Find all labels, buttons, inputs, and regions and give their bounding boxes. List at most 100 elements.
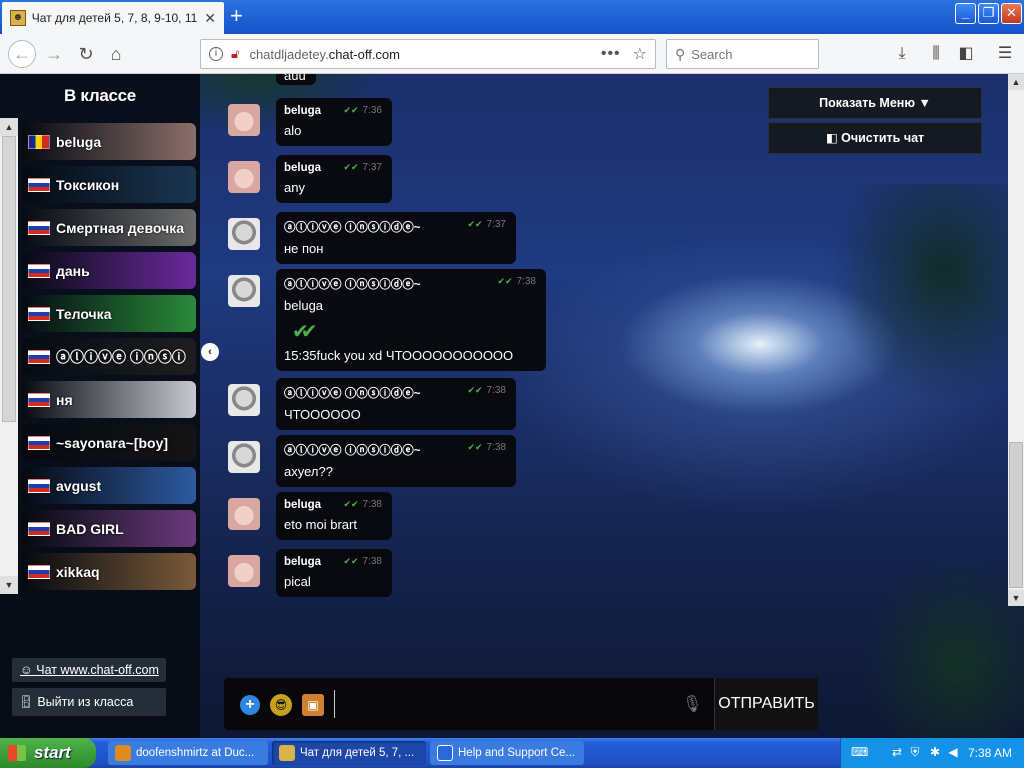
home-button[interactable]: ⌂ [104,42,128,66]
sidebar-icon[interactable]: ◧ [955,43,977,65]
window-restore-button[interactable]: ❐ [978,3,999,24]
russia-flag-icon [28,392,50,407]
search-bar[interactable]: ⚲ [666,39,819,69]
user-list-item[interactable]: xikkaq [22,553,196,590]
message-input[interactable] [334,690,674,718]
read-receipt-icon: ✔✔ [343,162,359,172]
message-text: не пон [284,241,324,256]
back-button[interactable]: ← [8,40,36,68]
partial-message: auu [276,74,316,85]
user-list-item[interactable]: Телочка [22,295,196,332]
avatar[interactable] [228,104,260,136]
insecure-lock-icon[interactable]: 🔓︎ [231,46,239,62]
message-time: ✔✔ 7:38 [343,499,382,510]
avatar[interactable] [228,275,260,307]
user-list-scrollbar[interactable]: ▲ ▼ [0,118,18,594]
show-menu-button[interactable]: Показать Меню ▼ [768,87,982,119]
taskbar-item-active[interactable]: Чат для детей 5, 7, ... [272,741,426,765]
collapse-sidebar-button[interactable]: ‹ [201,343,219,361]
search-input[interactable] [691,46,802,62]
avatar[interactable] [228,218,260,250]
avatar[interactable] [228,555,260,587]
user-name: ня [56,391,73,408]
taskbar-item[interactable]: Help and Support Ce... [430,741,584,765]
window-close-button[interactable]: ✕ [1001,3,1022,24]
tab-bar: ☻ Чат для детей 5, 7, 8, 9-10, 11, ✕ + _… [0,0,1024,34]
russia-flag-icon [28,306,50,321]
scroll-thumb[interactable] [2,136,16,422]
scroll-down-icon[interactable]: ▼ [1008,590,1024,606]
url-text[interactable]: chatdljadetey.chat-off.com [249,47,600,62]
sticker-button[interactable]: ▣ [302,694,324,716]
system-tray: ⌨ ⇄ ⛨ ✱ ◀ 7:38 AM [840,738,1024,768]
window-minimize-button[interactable]: _ [955,3,976,24]
avatar[interactable] [228,498,260,530]
add-attachment-button[interactable]: + [240,695,260,715]
user-list-item[interactable]: ~sayonara~[boy] [22,424,196,461]
russia-flag-icon [28,220,50,235]
read-receipt-icon: ✔✔ [467,385,483,395]
palm-decoration [860,554,1024,738]
user-list-item[interactable]: Смертная девочка [22,209,196,246]
reload-button[interactable]: ↻ [74,42,98,66]
taskbar-item[interactable]: doofenshmirtz at Duc... [108,741,268,765]
emoji-button[interactable]: 😎︎ [270,694,292,716]
hamburger-menu-icon[interactable]: ☰ [994,43,1016,65]
bookmark-star-icon[interactable]: ☆ [633,44,647,64]
user-list-item[interactable]: beluga [22,123,196,160]
read-receipt-icon: ✔✔ [467,442,483,452]
message-time: ✔✔ 7:38 [343,556,382,567]
avatar[interactable] [228,441,260,473]
message-time: ✔✔ 7:38 [467,442,506,453]
download-icon[interactable]: ⤓ [891,43,913,65]
clock: 7:38 AM [967,746,1012,760]
scroll-up-icon[interactable]: ▲ [1008,74,1024,90]
microphone-icon[interactable]: 🎙︎ [682,694,702,716]
leave-class-button[interactable]: 🚪︎ Выйти из класса [12,688,166,716]
volume-icon[interactable]: ◀ [945,745,961,761]
eraser-icon: ◧ [825,131,842,145]
scroll-thumb[interactable] [1009,442,1023,588]
exit-door-icon: 🚪︎ [18,695,38,709]
library-icon[interactable]: ⫼ [925,43,947,65]
avatar[interactable] [228,161,260,193]
bluetooth-icon[interactable]: ✱ [927,745,943,761]
url-bar[interactable]: i 🔓︎ chatdljadetey.chat-off.com ••• ☆ [200,39,656,69]
security-shield-icon[interactable]: ⛨ [907,745,923,761]
tab-chat[interactable]: ☻ Чат для детей 5, 7, 8, 9-10, 11, ✕ [2,2,224,34]
new-tab-button[interactable]: + [230,4,243,28]
user-list-item[interactable]: ня [22,381,196,418]
page-scrollbar[interactable]: ▲ ▼ [1008,74,1024,606]
message-composer: + 😎︎ ▣ 🎙︎ ОТПРАВИТЬ [224,678,818,730]
read-receipt-icon: ✔✔ [343,556,359,566]
user-list-item[interactable]: avgust [22,467,196,504]
clear-chat-button[interactable]: ◧ Очистить чат [768,122,982,154]
duckduckgo-icon [115,745,131,761]
read-receipt-icon: ✔✔ [467,219,483,229]
tab-close-icon[interactable]: ✕ [204,10,216,27]
avatar[interactable] [228,384,260,416]
user-list-item[interactable]: дань [22,252,196,289]
send-button[interactable]: ОТПРАВИТЬ [714,678,818,730]
chat-page: В классе ▲ ▼ beluga Токсикон Смертная дево… [0,74,1024,738]
start-button[interactable]: start [0,738,96,768]
message-time: ✔✔ 7:38 [467,385,506,396]
russia-flag-icon [28,263,50,278]
message-text: alo [284,123,302,138]
info-icon[interactable]: i [209,47,223,61]
keyboard-icon[interactable]: ⌨ [851,745,868,761]
site-link[interactable]: ☺ Чат www.chat-off.com [12,658,166,682]
user-list-item[interactable]: Токсикон [22,166,196,203]
user-list-item[interactable]: BAD GIRL [22,510,196,547]
user-name: Смертная девочка [56,219,184,236]
scroll-down-icon[interactable]: ▼ [0,576,18,594]
user-name: дань [56,262,90,279]
message-list: auu beluga ✔✔ 7:36 alo beluga ✔✔ 7:37 any ⓐⓛⓘⓥⓔ … [224,74,784,674]
scroll-up-icon[interactable]: ▲ [0,118,18,136]
forward-button[interactable]: → [42,42,66,66]
user-name: BAD GIRL [56,520,124,537]
page-actions-icon[interactable]: ••• [601,45,621,63]
network-icon[interactable]: ⇄ [889,745,905,761]
message-text: beluga [284,298,324,313]
user-list-item[interactable]: ⓐⓛⓘⓥⓔ ⓘⓝⓢⓘ [22,338,196,375]
